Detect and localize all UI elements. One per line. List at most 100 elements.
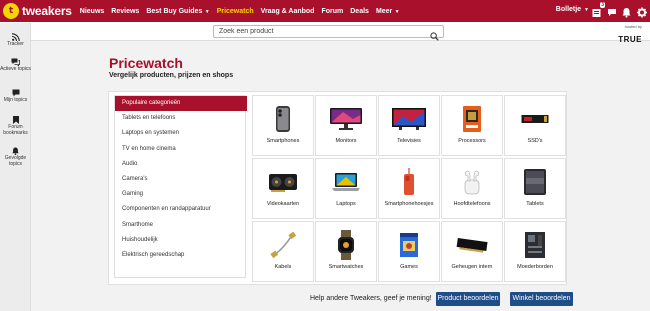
logo-letter: t [8,6,14,16]
category-tile[interactable]: SSD's [504,95,566,156]
category-item[interactable]: Laptops en systemen [115,126,247,141]
nav-item-forum[interactable]: Forum [321,8,343,15]
category-item[interactable]: Populaire categorieën [115,96,247,111]
comment-icon [12,89,19,97]
hosted-by-label: hosted by [624,24,642,29]
category-tile-label: Videokaarten [266,201,300,207]
sidebar-item-label: Gevolgde topics [4,155,27,167]
category-grid: Smartphones Monitors Televisies Processors S… [252,95,567,283]
chevron-down-icon: ▼ [203,8,210,15]
category-item[interactable]: Tablets en telefoons [115,111,247,126]
nav-item-label: Forum [321,7,344,15]
nav-item-label: Best Buy Guides [146,7,203,15]
nav-item-label: Nieuws [79,7,105,15]
nav-item-meer[interactable]: Meer ▼ [376,8,400,15]
category-tile[interactable]: Monitors [315,95,377,156]
monitor-icon [316,104,376,134]
sidebar-item-my-topics[interactable]: Mijn topics [0,89,31,104]
sidebar-item-label: Actieve topics [0,66,31,72]
review-shop-button[interactable]: Winkel beoordelen [510,292,573,306]
search-bar-row: hosted by TRUE [0,22,650,44]
page-subtitle: Vergelijk producten, prijzen en shops [109,72,234,79]
smartphone-icon [253,104,313,134]
category-tile[interactable]: Games [378,221,440,282]
category-tile[interactable]: Moederborden [504,221,566,282]
sidebar-item-tracker[interactable]: Tracker [0,33,31,48]
nav-item-reviews[interactable]: Reviews [111,8,139,15]
bell-icon[interactable] [622,5,631,18]
search-icon[interactable] [430,28,439,46]
category-tile-label: Processors [458,138,486,144]
category-item[interactable]: Elektrisch gereedschap [115,248,247,263]
category-tile-label: Laptops [336,201,356,207]
feedback-prompt: Help andere Tweakers, geef je mening! [310,295,432,302]
inbox-icon[interactable]: 3 [592,2,605,17]
ssd-icon [505,104,565,134]
category-tile-label: Televisies [397,138,421,144]
chat-icon [11,58,20,66]
category-tile-label: Hoofdtelefoons [453,201,491,207]
smartwatch-icon [316,230,376,260]
category-tile[interactable]: Laptops [315,158,377,219]
category-tile-label: Smartphones [266,138,300,144]
category-tile[interactable]: Smartphones [252,95,314,156]
nav-item-deals[interactable]: Deals [350,8,369,15]
nav-item-nieuws[interactable]: Nieuws [80,8,105,15]
category-item[interactable]: Audio [115,157,247,172]
nav-item-vraag-aanbod[interactable]: Vraag & Aanbod [261,8,315,15]
hosted-by-logo: hosted by TRUE [618,24,642,47]
nav-item-pricewatch[interactable]: Pricewatch [217,8,254,15]
sidebar-item-label: Mijn topics [3,97,28,103]
category-tile[interactable]: Geheugen intern [441,221,503,282]
hosted-brand: TRUE [618,35,642,44]
review-product-button[interactable]: Product beoordelen [436,292,500,306]
category-item[interactable]: TV en home cinema [115,142,247,157]
search-box [213,25,444,41]
chat-icon[interactable] [607,5,616,16]
category-item[interactable]: Camera's [115,172,247,187]
bookmark-icon [12,116,19,124]
category-tile[interactable]: Tablets [504,158,566,219]
user-name: Bolletje [555,6,582,13]
nav-item-label: Reviews [111,7,140,15]
category-tile-label: Tablets [526,201,544,207]
cable-icon [253,230,313,260]
category-tile[interactable]: Kabels [252,221,314,282]
category-tile-label: Monitors [335,138,357,144]
category-item[interactable]: Componenten en randapparatuur [115,202,247,217]
chevron-down-icon: ▼ [584,7,589,13]
nav-item-label: Vraag & Aanbod [260,7,315,15]
chevron-down-icon: ▼ [393,8,400,15]
category-tile-label: Smartwatches [328,264,364,270]
laptop-icon [316,167,376,197]
tweakers-logo[interactable]: t tweakers [3,3,72,19]
nav-item-best-buy-guides[interactable]: Best Buy Guides ▼ [146,8,209,15]
television-icon [379,104,439,134]
sidebar-item-forum-bookmarks[interactable]: Forum bookmarks [0,116,31,136]
top-navigation-bar: t tweakers Nieuws Reviews Best Buy Guides … [0,0,650,22]
rss-icon [11,33,20,41]
category-tile[interactable]: Videokaarten [252,158,314,219]
category-item[interactable]: Gaming [115,187,247,202]
sidebar-item-label: Forum bookmarks [3,124,28,136]
category-item[interactable]: Huishoudelijk [115,233,247,248]
category-tile[interactable]: Smartwatches [315,221,377,282]
category-tile[interactable]: Hoofdtelefoons [441,158,503,219]
logo-mark: t [3,3,19,19]
page-title: Pricewatch [109,55,183,71]
category-tile-label: Kabels [274,264,292,270]
category-tile[interactable]: Smartphonehoesjes [378,158,440,219]
category-tile[interactable]: Processors [441,95,503,156]
bell-icon [12,147,19,155]
sidebar-item-followed-topics[interactable]: Gevolgde topics [0,147,31,167]
user-menu[interactable]: Bolletje ▼ [556,6,589,13]
sidebar-item-active-topics[interactable]: Actieve topics [0,58,31,73]
search-input[interactable] [214,28,424,35]
logo-text: tweakers [22,4,72,18]
motherboard-icon [505,230,565,260]
category-item[interactable]: Smarthome [115,218,247,233]
earbuds-icon [442,167,502,197]
nav-item-label: Deals [350,7,369,15]
gear-icon[interactable] [637,5,647,18]
category-tile[interactable]: Televisies [378,95,440,156]
